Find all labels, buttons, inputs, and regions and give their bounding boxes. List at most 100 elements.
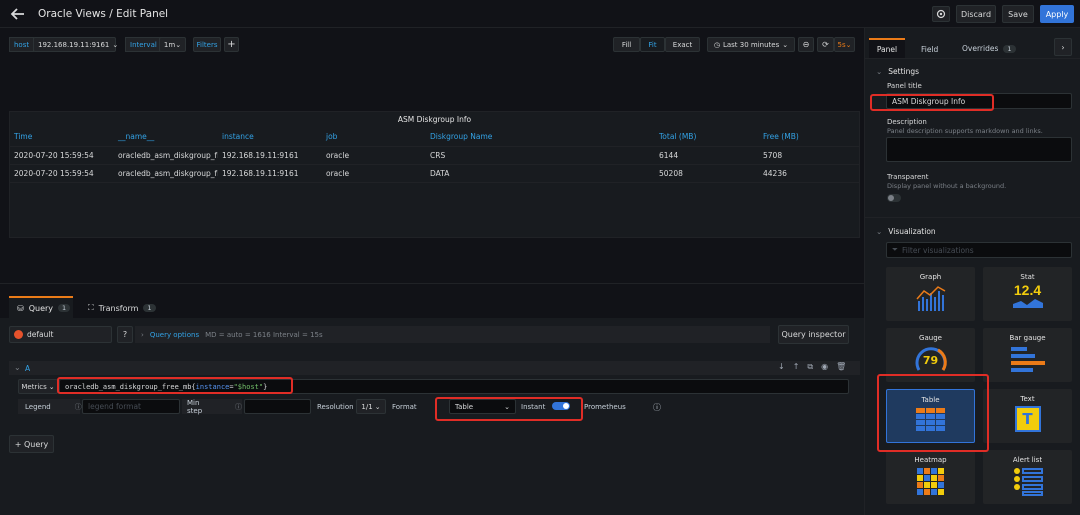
exact-button[interactable]: Exact <box>665 37 700 52</box>
description-hint: Panel description supports markdown and … <box>887 127 1043 135</box>
trash-icon[interactable]: 🗑 <box>836 362 846 372</box>
table-cell: 44236 <box>759 164 859 183</box>
host-var-value: 192.168.19.11:9161 <box>38 40 110 49</box>
vis-stat[interactable]: Stat 12.4 <box>983 267 1072 321</box>
transparent-toggle[interactable] <box>887 194 901 204</box>
refresh-interval-select[interactable]: 5s ⌄ <box>834 37 855 52</box>
visualization-section-header[interactable]: ⌄ Visualization <box>876 227 936 236</box>
vis-gauge[interactable]: Gauge 79 <box>886 328 975 382</box>
save-button[interactable]: Save <box>1002 5 1034 23</box>
column-header[interactable]: Diskgroup Name <box>426 128 655 147</box>
column-header[interactable]: Time <box>10 128 114 147</box>
tab-query[interactable]: ⛁ Query 1 <box>9 296 73 318</box>
tab-overrides-label: Overrides <box>962 44 999 53</box>
zoom-out-button[interactable]: ⊖ <box>798 37 814 52</box>
heatmap-icon <box>916 468 944 495</box>
filter-visualizations-input[interactable]: ⏷ Filter visualizations <box>886 242 1072 258</box>
metrics-button[interactable]: Metrics ⌄ <box>18 379 58 394</box>
fit-button[interactable]: Fit <box>640 37 665 52</box>
chevron-down-icon: ⌄ <box>845 40 852 49</box>
filters-button[interactable]: Filters <box>193 37 221 52</box>
panel-title-input[interactable]: ASM Diskgroup Info <box>886 93 1072 109</box>
add-query-button[interactable]: + Query <box>9 435 54 453</box>
settings-section-header[interactable]: ⌄ Settings <box>876 67 919 76</box>
interval-var-select[interactable]: 1m ⌄ <box>159 37 186 52</box>
tab-field[interactable]: Field <box>921 45 938 54</box>
time-range-value: Last 30 minutes <box>722 40 780 49</box>
database-icon: ⛁ <box>17 303 24 313</box>
datasource-picker[interactable]: default <box>9 326 112 343</box>
table-row: 2020-07-20 15:59:54 oracledb_asm_diskgro… <box>10 146 859 165</box>
column-header[interactable]: __name__ <box>114 128 218 147</box>
resolution-select[interactable]: 1/1 ⌄ <box>356 399 386 414</box>
query-ref-id[interactable]: A <box>25 364 30 373</box>
collapse-query-icon[interactable]: ⌄ <box>14 363 21 372</box>
apply-button[interactable]: Apply <box>1040 5 1074 23</box>
vis-graph[interactable]: Graph <box>886 267 975 321</box>
table-icon <box>915 408 945 431</box>
prometheus-label: Prometheus <box>584 403 626 411</box>
legend-label-text: Legend <box>25 402 51 411</box>
datasource-help-button[interactable]: ? <box>117 326 133 343</box>
column-header[interactable]: instance <box>218 128 322 147</box>
datasource-name: default <box>27 330 54 339</box>
column-header[interactable]: Free (MB) <box>759 128 859 147</box>
metrics-query-input[interactable]: oracledb_asm_diskgroup_free_mb{instance =… <box>59 379 849 394</box>
instant-toggle[interactable] <box>552 402 570 412</box>
vis-alert-list[interactable]: Alert list <box>983 450 1072 504</box>
data-table: Time __name__ instance job Diskgroup Nam… <box>10 128 859 183</box>
alert-list-icon <box>1013 468 1043 496</box>
tab-transform[interactable]: ⛶ Transform 1 <box>88 298 156 318</box>
refresh-button[interactable]: ⟳ <box>817 37 834 52</box>
host-var-select[interactable]: 192.168.19.11:9161 ⌄ <box>33 37 118 52</box>
vis-heatmap[interactable]: Heatmap <box>886 450 975 504</box>
pane-divider[interactable] <box>0 283 864 284</box>
tab-overrides[interactable]: Overrides 1 <box>962 44 1016 53</box>
expr-close: } <box>263 382 268 391</box>
fill-button[interactable]: Fill <box>613 37 640 52</box>
resolution-value: 1/1 <box>361 402 373 411</box>
column-header[interactable]: Total (MB) <box>655 128 759 147</box>
move-up-icon[interactable]: ↑ <box>793 362 800 372</box>
column-header[interactable]: job <box>322 128 426 147</box>
vis-label: Heatmap <box>914 456 947 464</box>
add-filter-button[interactable]: + <box>224 37 239 52</box>
interval-var-value: 1m <box>163 40 176 49</box>
vis-text[interactable]: Text T <box>983 389 1072 443</box>
eye-icon[interactable]: ◉ <box>821 362 828 372</box>
vis-table[interactable]: Table <box>886 389 975 443</box>
info-icon: ⓘ <box>74 402 82 411</box>
tab-transform-count: 1 <box>143 304 156 312</box>
format-select[interactable]: Table ⌄ <box>449 399 516 414</box>
help-icon: ? <box>122 330 128 339</box>
text-icon: T <box>1014 406 1041 432</box>
min-step-input[interactable] <box>244 399 311 414</box>
time-range-picker[interactable]: ◷ Last 30 minutes ⌄ <box>707 37 795 52</box>
table-cell: DATA <box>426 164 655 183</box>
transform-icon: ⛶ <box>88 303 94 312</box>
vis-label: Stat <box>1020 273 1035 281</box>
sidebar-section-divider <box>864 217 1080 218</box>
discard-button[interactable]: Discard <box>956 5 996 23</box>
format-value: Table <box>455 402 474 411</box>
query-inspector-button[interactable]: Query inspector <box>778 325 849 344</box>
description-textarea[interactable] <box>886 137 1072 162</box>
vis-bar-gauge[interactable]: Bar gauge <box>983 328 1072 382</box>
table-cell: 2020-07-20 15:59:54 <box>10 146 114 165</box>
table-cell: 6144 <box>655 146 759 165</box>
panel-title[interactable]: ASM Diskgroup Info <box>10 112 859 128</box>
vis-label: Graph <box>919 273 942 281</box>
collapse-sidebar-button[interactable]: › <box>1054 38 1072 56</box>
tab-panel[interactable]: Panel <box>869 38 905 58</box>
table-row: 2020-07-20 15:59:54 oracledb_asm_diskgro… <box>10 164 859 183</box>
filter-placeholder: Filter visualizations <box>902 245 974 255</box>
move-down-icon[interactable]: ↓ <box>778 362 785 372</box>
duplicate-icon[interactable]: ⧉ <box>807 362 813 372</box>
zoom-out-icon: ⊖ <box>802 40 810 49</box>
back-arrow-icon[interactable] <box>10 6 26 22</box>
settings-gear-button[interactable] <box>932 6 950 22</box>
query-options-toggle[interactable]: › Query options MD = auto = 1616 Interva… <box>135 326 770 343</box>
legend-format-input[interactable]: legend format <box>82 399 180 414</box>
table-cell: oracledb_asm_diskgroup_fr... <box>114 164 218 183</box>
chevron-down-icon: ⌄ <box>374 402 381 411</box>
